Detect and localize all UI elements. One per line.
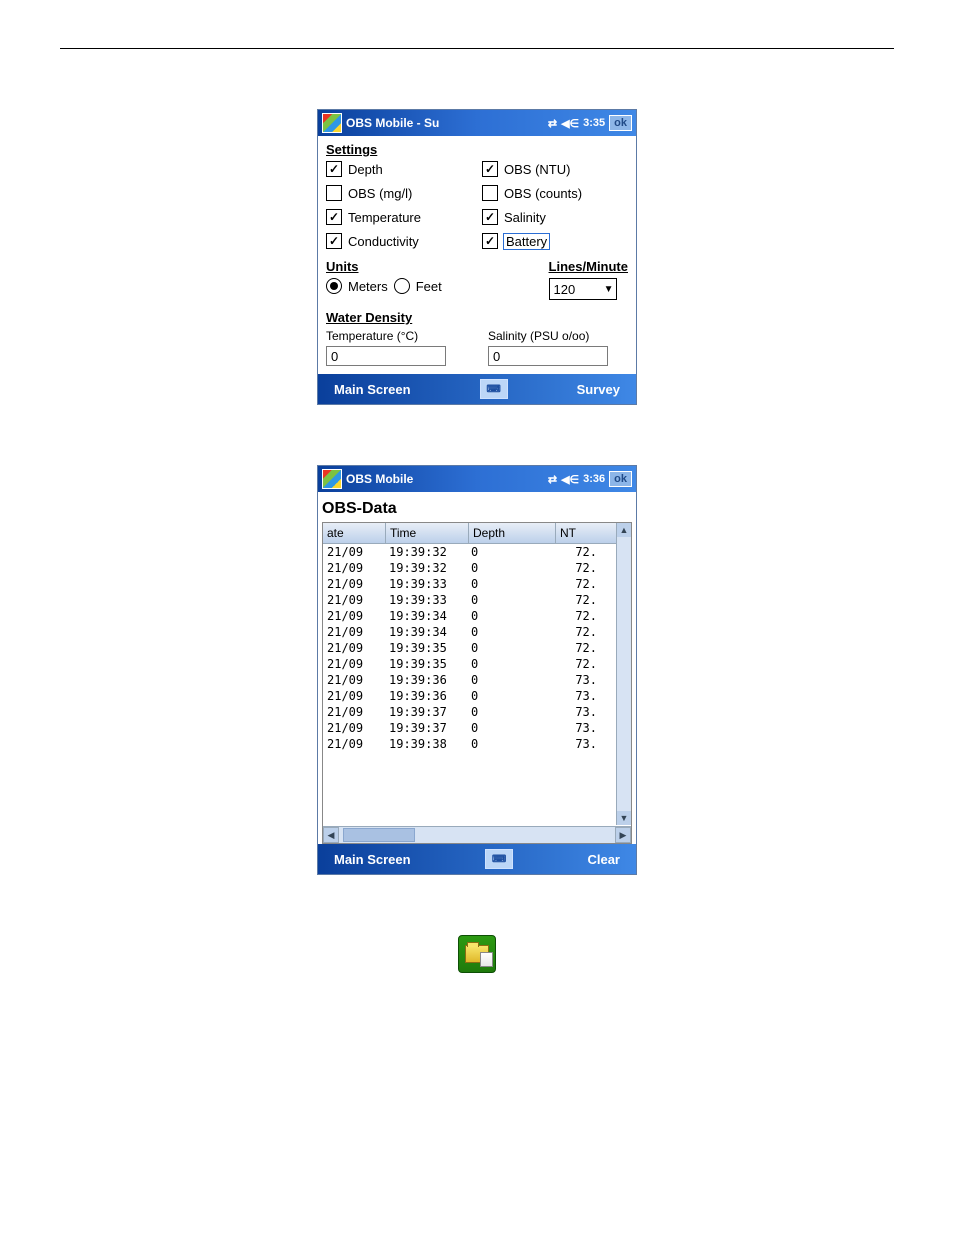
speaker-icon: ◀∈ [561, 117, 579, 130]
lpm-select[interactable]: 120 ▼ [549, 278, 617, 300]
scroll-left-icon[interactable]: ◀ [323, 827, 339, 843]
radio-meters-label: Meters [348, 279, 388, 294]
main-screen-button[interactable]: Main Screen [334, 382, 411, 397]
check-obs-mgl[interactable]: OBS (mg/l) [326, 185, 472, 201]
density-temp-input[interactable] [326, 346, 446, 366]
density-temp-label: Temperature (°C) [326, 329, 466, 343]
clock-2: 3:36 [583, 473, 605, 485]
density-sal-input[interactable] [488, 346, 608, 366]
page-divider [60, 48, 894, 49]
horizontal-scrollbar[interactable]: ◀ ▶ [323, 826, 631, 843]
table-row[interactable]: 21/0919:39:34072. [323, 624, 631, 640]
radio-meters[interactable] [326, 278, 342, 294]
table-row[interactable]: 21/0919:39:37073. [323, 704, 631, 720]
main-screen-button-2[interactable]: Main Screen [334, 852, 411, 867]
folder-icon [465, 945, 489, 963]
app-title: OBS Mobile - Su [346, 116, 439, 130]
bottombar-1: Main Screen ⌨ Survey [318, 374, 636, 404]
col-depth[interactable]: Depth [469, 523, 556, 543]
col-time[interactable]: Time [386, 523, 469, 543]
data-table: ate Time Depth NT 21/0919:39:32072.21/09… [322, 522, 632, 844]
check-salinity[interactable]: Salinity [482, 209, 628, 225]
chevron-down-icon: ▼ [604, 284, 614, 295]
table-row[interactable]: 21/0919:39:35072. [323, 656, 631, 672]
table-row[interactable]: 21/0919:39:37073. [323, 720, 631, 736]
density-sal-label: Salinity (PSU o/oo) [488, 329, 628, 343]
density-heading: Water Density [326, 310, 628, 325]
survey-button[interactable]: Survey [577, 382, 620, 397]
speaker-icon: ◀∈ [561, 473, 579, 486]
lpm-value: 120 [554, 282, 576, 297]
table-row[interactable]: 21/0919:39:36073. [323, 688, 631, 704]
units-heading: Units [326, 259, 442, 274]
scroll-right-icon[interactable]: ▶ [615, 827, 631, 843]
table-row[interactable]: 21/0919:39:36073. [323, 672, 631, 688]
settings-heading: Settings [326, 142, 628, 157]
table-row[interactable]: 21/0919:39:34072. [323, 608, 631, 624]
start-icon[interactable] [322, 469, 342, 489]
table-row[interactable]: 21/0919:39:32072. [323, 560, 631, 576]
check-conductivity[interactable]: Conductivity [326, 233, 472, 249]
ok-button[interactable]: ok [609, 115, 632, 131]
scroll-thumb[interactable] [343, 828, 415, 842]
settings-checks: Depth OBS (NTU) OBS (mg/l) OBS (counts) … [326, 161, 628, 249]
app-title-2: OBS Mobile [346, 472, 413, 486]
table-row[interactable]: 21/0919:39:33072. [323, 592, 631, 608]
table-row[interactable]: 21/0919:39:35072. [323, 640, 631, 656]
check-temperature[interactable]: Temperature [326, 209, 472, 225]
check-obs-ntu[interactable]: OBS (NTU) [482, 161, 628, 177]
obs-data-heading: OBS-Data [322, 500, 632, 518]
clock: 3:35 [583, 117, 605, 129]
check-battery[interactable]: Battery [482, 233, 628, 249]
scroll-down-icon[interactable]: ▼ [617, 811, 631, 825]
lpm-heading: Lines/Minute [549, 259, 628, 274]
col-nt[interactable]: NT [556, 523, 604, 543]
sync-icon: ⇄ [548, 117, 557, 130]
titlebar-2: OBS Mobile ⇄ ◀∈ 3:36 ok [318, 466, 636, 492]
sync-icon: ⇄ [548, 473, 557, 486]
status-icons: ⇄ ◀∈ 3:35 [548, 117, 605, 130]
table-header: ate Time Depth NT [323, 523, 631, 544]
data-screen: OBS Mobile ⇄ ◀∈ 3:36 ok OBS-Data ate Tim… [317, 465, 637, 875]
settings-screen: OBS Mobile - Su ⇄ ◀∈ 3:35 ok Settings De… [317, 109, 637, 405]
scroll-up-icon[interactable]: ▲ [617, 523, 631, 537]
table-row[interactable]: 21/0919:39:33072. [323, 576, 631, 592]
status-icons-2: ⇄ ◀∈ 3:36 [548, 473, 605, 486]
ok-button-2[interactable]: ok [609, 471, 632, 487]
table-body: 21/0919:39:32072.21/0919:39:32072.21/091… [323, 544, 631, 752]
vertical-scrollbar[interactable]: ▲ ▼ [616, 523, 631, 825]
table-row[interactable]: 21/0919:39:32072. [323, 544, 631, 560]
radio-feet[interactable] [394, 278, 410, 294]
radio-feet-label: Feet [416, 279, 442, 294]
col-date[interactable]: ate [323, 523, 386, 543]
clear-button[interactable]: Clear [587, 852, 620, 867]
table-row[interactable]: 21/0919:39:38073. [323, 736, 631, 752]
bottombar-2: Main Screen ⌨ Clear [318, 844, 636, 874]
titlebar-1: OBS Mobile - Su ⇄ ◀∈ 3:35 ok [318, 110, 636, 136]
keyboard-icon[interactable]: ⌨ [480, 379, 508, 399]
keyboard-icon-2[interactable]: ⌨ [485, 849, 513, 869]
start-icon[interactable] [322, 113, 342, 133]
file-explorer-icon[interactable] [458, 935, 496, 973]
check-depth[interactable]: Depth [326, 161, 472, 177]
check-obs-counts[interactable]: OBS (counts) [482, 185, 628, 201]
